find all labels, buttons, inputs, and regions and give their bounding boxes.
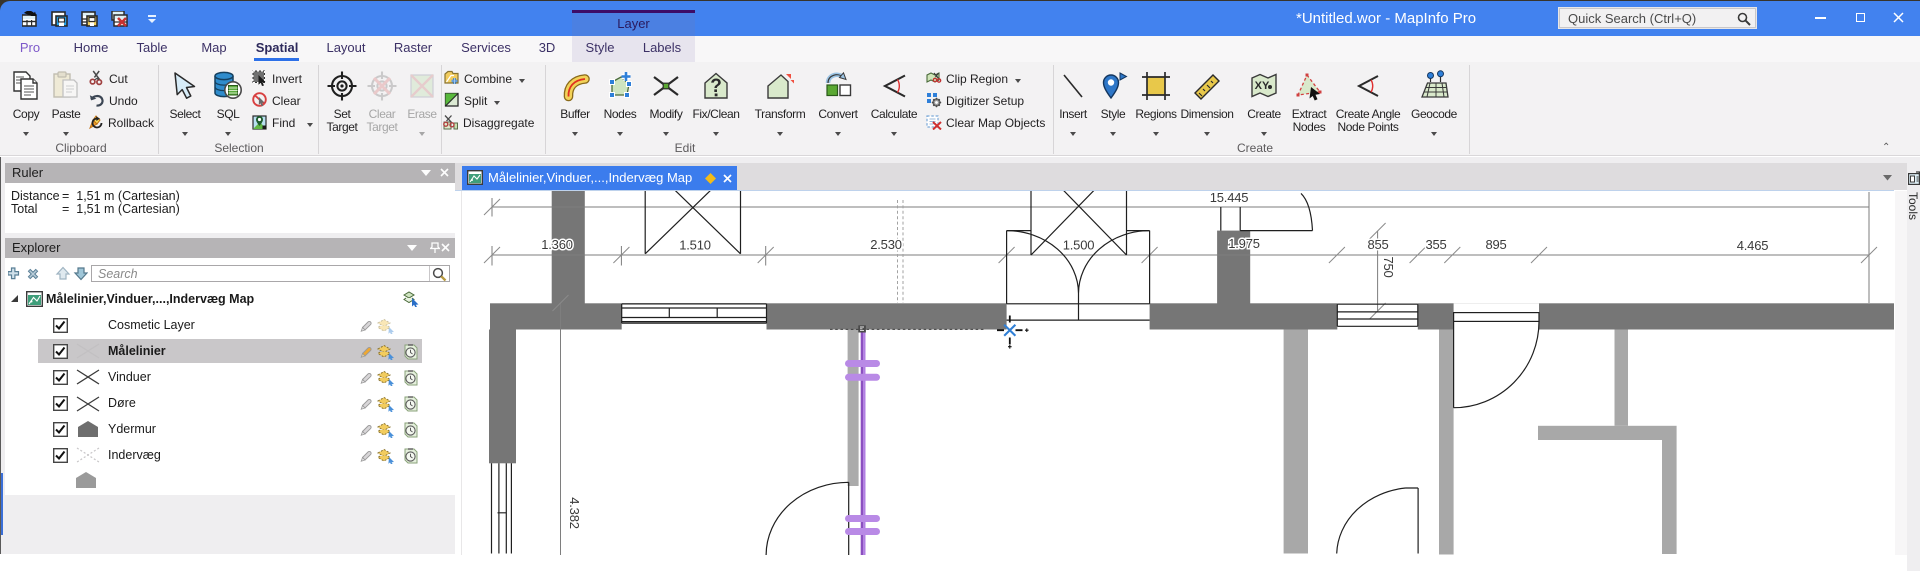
- svg-text:1.510: 1.510: [679, 238, 711, 253]
- svg-text:1.975: 1.975: [1228, 236, 1260, 251]
- svg-text:4.465: 4.465: [1737, 238, 1769, 253]
- svg-text:4.382: 4.382: [567, 497, 582, 529]
- svg-text:15.445: 15.445: [1210, 191, 1249, 205]
- svg-text:1.360: 1.360: [541, 237, 573, 252]
- svg-text:750: 750: [1381, 256, 1396, 277]
- svg-text:895: 895: [1485, 237, 1506, 252]
- svg-text:855: 855: [1367, 237, 1388, 252]
- svg-text:2.530: 2.530: [870, 237, 902, 252]
- svg-text:XY: XY: [1255, 80, 1270, 92]
- svg-text:355: 355: [1425, 237, 1446, 252]
- svg-text:1.500: 1.500: [1063, 238, 1095, 253]
